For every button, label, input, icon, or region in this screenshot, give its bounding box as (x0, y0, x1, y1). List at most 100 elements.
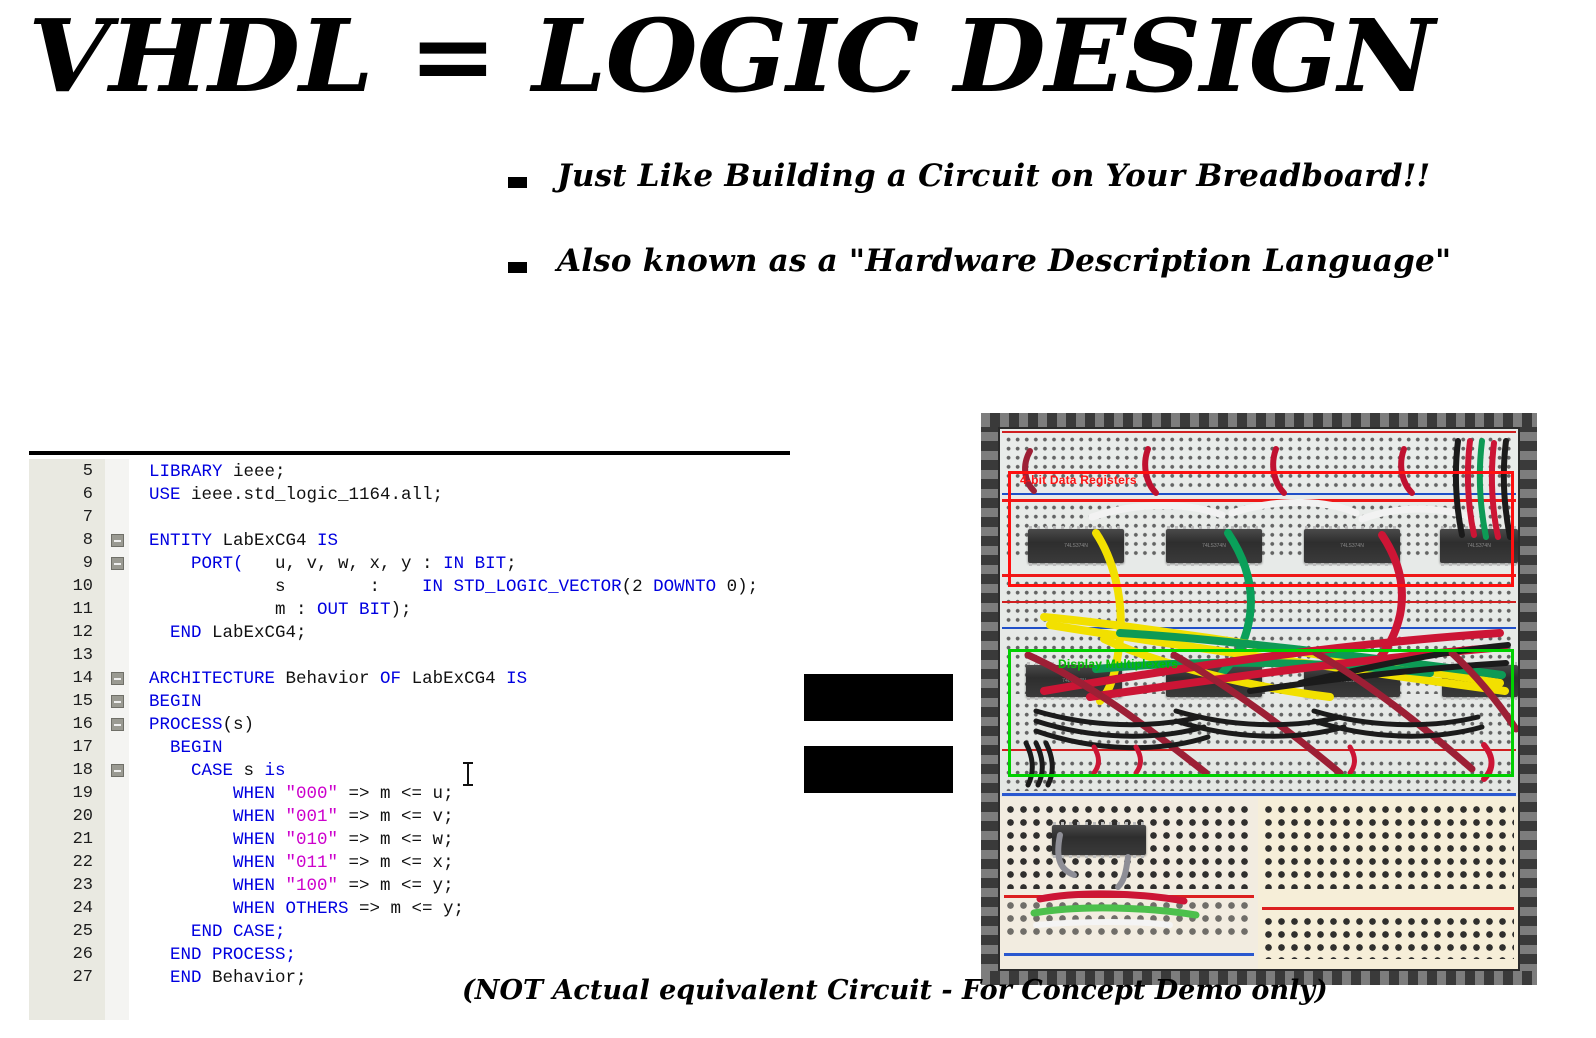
code-line[interactable]: 22 WHEN "011" => m <= x; (29, 851, 790, 874)
code-token: => m <= x; (338, 852, 454, 873)
code-token: END PROCESS; (149, 944, 297, 965)
line-number: 26 (72, 945, 93, 964)
code-token: s (243, 760, 265, 781)
code-token: WHEN (149, 806, 286, 827)
breadboard-photo: 74LS374N 74LS374N 74LS374N 74LS374N 74LS… (981, 413, 1537, 985)
code-token: "100" (285, 875, 339, 896)
code-token: ); (390, 599, 412, 620)
code-token: s : (149, 576, 423, 597)
code-fold-toggle[interactable] (105, 695, 129, 708)
code-line[interactable]: 19 WHEN "000" => m <= u; (29, 782, 790, 805)
code-line[interactable]: 26 END PROCESS; (29, 943, 790, 966)
code-fold-toggle[interactable] (105, 764, 129, 777)
bullet-text-0: Just Like Building a Circuit on Your Bre… (557, 158, 1431, 194)
line-number: 10 (72, 577, 93, 596)
code-token: ENTITY (149, 530, 223, 551)
code-line-text: USE ieee.std_logic_1164.all; (129, 485, 790, 505)
minus-square-icon[interactable] (110, 672, 124, 685)
chassis-rail-right (1520, 413, 1537, 985)
line-number: 8 (82, 531, 93, 550)
code-line[interactable]: 25 END CASE; (29, 920, 790, 943)
code-token: BEGIN (149, 737, 223, 758)
line-number: 14 (72, 669, 93, 688)
code-token: "011" (285, 852, 339, 873)
code-token: IN STD_LOGIC_VECTOR (422, 576, 622, 597)
code-token: "001" (285, 806, 339, 827)
code-line[interactable]: 12 END LabExCG4; (29, 621, 790, 644)
code-token: Behavior; (212, 967, 307, 988)
line-number: 24 (72, 899, 93, 918)
code-line[interactable]: 13 (29, 644, 790, 667)
code-token: WHEN OTHERS (149, 898, 360, 919)
code-line[interactable]: 11 m : OUT BIT); (29, 598, 790, 621)
code-line-text: m : OUT BIT); (129, 600, 790, 620)
line-number: 7 (82, 508, 93, 527)
line-number: 19 (72, 784, 93, 803)
code-token: "000" (285, 783, 339, 804)
code-line-text: ARCHITECTURE Behavior OF LabExCG4 IS (129, 669, 790, 689)
code-token: BEGIN (149, 691, 202, 712)
code-token: ; (506, 553, 517, 574)
minus-square-icon[interactable] (110, 764, 124, 777)
code-line[interactable]: 10 s : IN STD_LOGIC_VECTOR(2 DOWNTO 0); (29, 575, 790, 598)
line-number: 18 (72, 761, 93, 780)
line-number: 13 (72, 646, 93, 665)
code-line-text: BEGIN (129, 738, 790, 758)
line-number: 25 (72, 922, 93, 941)
minus-square-icon[interactable] (110, 695, 124, 708)
annotation-rect-registers (1008, 471, 1514, 587)
code-line[interactable]: 5 LIBRARY ieee; (29, 460, 790, 483)
code-fold-toggle[interactable] (105, 672, 129, 685)
code-token: WHEN (149, 829, 286, 850)
code-fold-toggle[interactable] (105, 718, 129, 731)
code-token: END (149, 622, 213, 643)
bullet-text-1: Also known as a "Hardware Description La… (557, 243, 1452, 279)
code-line[interactable]: 14 ARCHITECTURE Behavior OF LabExCG4 IS (29, 667, 790, 690)
code-line[interactable]: 17 BEGIN (29, 736, 790, 759)
minus-square-icon[interactable] (110, 718, 124, 731)
line-number: 11 (72, 600, 93, 619)
code-line-text: PORT( u, v, w, x, y : IN BIT; (129, 554, 790, 574)
minus-square-icon[interactable] (110, 534, 124, 547)
code-token: ieee; (233, 461, 286, 482)
code-line[interactable]: 6 USE ieee.std_logic_1164.all; (29, 483, 790, 506)
code-token: PROCESS (149, 714, 223, 735)
code-line-text: WHEN "100" => m <= y; (129, 876, 790, 896)
code-line-text: PROCESS(s) (129, 715, 790, 735)
code-line[interactable]: 20 WHEN "001" => m <= v; (29, 805, 790, 828)
code-line[interactable]: 24 WHEN OTHERS => m <= y; (29, 897, 790, 920)
code-line-text: CASE s is (129, 761, 790, 781)
line-number: 20 (72, 807, 93, 826)
code-token: => m <= y; (338, 875, 454, 896)
code-line-text: END LabExCG4; (129, 623, 790, 643)
square-bullet-icon (508, 177, 527, 188)
page-title: VHDL = LOGIC DESIGN (28, 0, 1435, 115)
code-line[interactable]: 16 PROCESS(s) (29, 713, 790, 736)
code-line[interactable]: 21 WHEN "010" => m <= w; (29, 828, 790, 851)
line-number: 23 (72, 876, 93, 895)
minus-square-icon[interactable] (110, 557, 124, 570)
code-fold-toggle[interactable] (105, 534, 129, 547)
code-line-text: WHEN OTHERS => m <= y; (129, 899, 790, 919)
code-line[interactable]: 15 BEGIN (29, 690, 790, 713)
code-token: END CASE; (149, 921, 286, 942)
code-fold-toggle[interactable] (105, 557, 129, 570)
code-token: m : (149, 599, 318, 620)
code-line[interactable]: 7 (29, 506, 790, 529)
code-line[interactable]: 18 CASE s is (29, 759, 790, 782)
code-line[interactable]: 8 ENTITY LabExCG4 IS (29, 529, 790, 552)
code-line-text: LIBRARY ieee; (129, 462, 790, 482)
vhdl-code-editor[interactable]: 5 LIBRARY ieee; 6 USE ieee.std_logic_1164.a… (29, 451, 790, 1020)
breadboard-surface: 74LS374N 74LS374N 74LS374N 74LS374N 74LS… (1000, 429, 1518, 969)
code-line[interactable]: 23 WHEN "100" => m <= y; (29, 874, 790, 897)
chassis-rail-left (981, 413, 998, 985)
code-token: ieee.std_logic_1164.all; (191, 484, 444, 505)
line-number: 27 (72, 968, 93, 987)
equals-bar-bottom (804, 746, 953, 793)
code-line[interactable]: 9 PORT( u, v, w, x, y : IN BIT; (29, 552, 790, 575)
code-token: WHEN (149, 852, 286, 873)
code-token: is (264, 760, 286, 781)
code-token: LIBRARY (149, 461, 234, 482)
code-token: USE (149, 484, 192, 505)
code-token: 0); (716, 576, 759, 597)
